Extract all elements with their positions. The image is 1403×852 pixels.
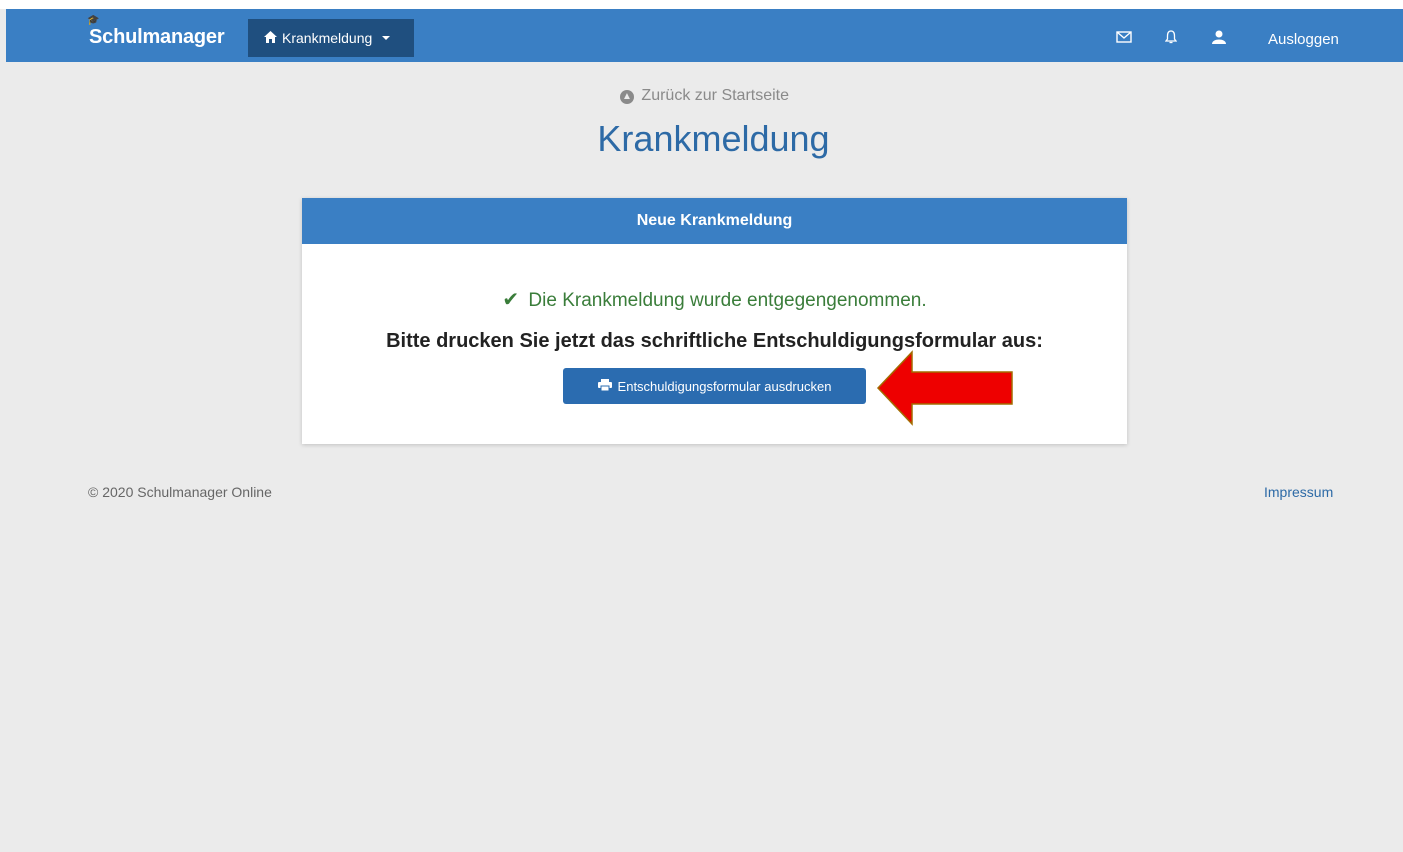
printer-icon [597, 378, 612, 394]
back-to-start-link[interactable]: ▲ Zurück zur Startseite [0, 87, 1403, 105]
user-icon[interactable] [1212, 30, 1226, 49]
impressum-link[interactable]: Impressum [1264, 484, 1333, 500]
logout-link[interactable]: Ausloggen [1268, 31, 1339, 48]
bell-icon[interactable] [1164, 30, 1178, 49]
navbar: 🎓 Schulmanager Krankmeldung Ausloggen [6, 9, 1403, 62]
copyright-text: © 2020 Schulmanager Online [88, 484, 272, 500]
caret-down-icon [382, 36, 391, 40]
panel-header: Neue Krankmeldung [302, 198, 1127, 244]
home-icon [264, 30, 277, 46]
krankmeldung-dropdown[interactable]: Krankmeldung [248, 19, 414, 57]
print-form-button[interactable]: Entschuldigungsformular ausdrucken [563, 368, 866, 404]
page-title: Krankmeldung [597, 118, 830, 159]
envelope-icon[interactable] [1116, 30, 1132, 48]
krankmeldung-dropdown-label: Krankmeldung [282, 30, 373, 46]
back-link-label: Zurück zur Startseite [641, 87, 790, 104]
red-arrow-icon [876, 350, 1013, 426]
graduation-cap-icon: 🎓 [87, 15, 100, 26]
brand-logo[interactable]: 🎓 Schulmanager [87, 15, 225, 49]
print-form-button-label: Entschuldigungsformular ausdrucken [617, 378, 832, 394]
success-message-text: Die Krankmeldung wurde entgegengenommen. [528, 290, 927, 311]
checkmark-icon: ✔ [502, 289, 520, 311]
success-message: ✔ Die Krankmeldung wurde entgegengenomme… [302, 287, 1127, 312]
arrow-up-circle-icon: ▲ [619, 90, 634, 104]
brand-text: Schulmanager [89, 26, 225, 48]
top-strip [0, 0, 1403, 9]
